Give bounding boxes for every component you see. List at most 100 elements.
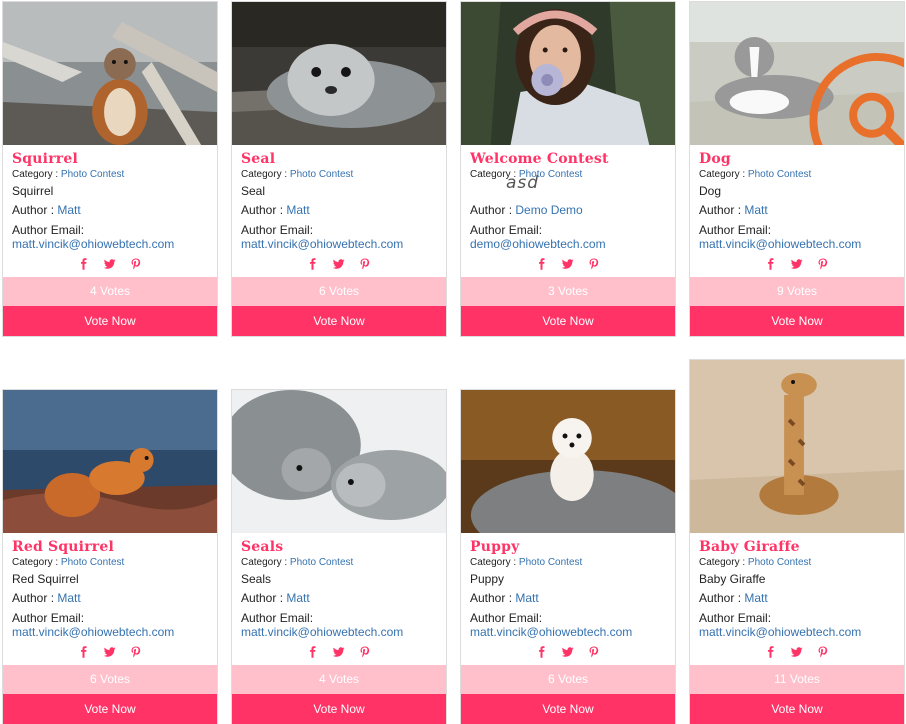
social-share xyxy=(470,253,666,275)
card-author: Author : Matt xyxy=(12,203,208,218)
vote-now-button[interactable]: Vote Now xyxy=(232,306,446,336)
author-email-link[interactable]: matt.vincik@ohiowebtech.com xyxy=(12,625,208,639)
author-link[interactable]: Matt xyxy=(744,203,767,217)
twitter-icon[interactable] xyxy=(333,646,345,658)
vote-now-button[interactable]: Vote Now xyxy=(461,694,675,724)
card-title[interactable]: Squirrel xyxy=(12,151,208,167)
author-link[interactable]: Matt xyxy=(515,591,538,605)
author-email-link[interactable]: matt.vincik@ohiowebtech.com xyxy=(699,625,895,639)
author-email-link[interactable]: matt.vincik@ohiowebtech.com xyxy=(470,625,666,639)
pinterest-icon[interactable] xyxy=(359,646,371,658)
pinterest-icon[interactable] xyxy=(130,646,142,658)
card-description: Squirrel xyxy=(12,184,54,198)
photo-squirrel[interactable] xyxy=(3,2,217,145)
votes-count: 6 Votes xyxy=(232,277,446,306)
category-link[interactable]: Photo Contest xyxy=(61,557,124,568)
card-description: Seal xyxy=(241,184,266,198)
card-category: Category : Photo Contest xyxy=(699,556,895,569)
facebook-icon[interactable] xyxy=(307,646,319,658)
facebook-icon[interactable] xyxy=(765,646,777,658)
vote-now-button[interactable]: Vote Now xyxy=(690,306,904,336)
category-link[interactable]: Photo Contest xyxy=(290,169,353,180)
card-author: Author : Matt xyxy=(12,591,208,606)
facebook-icon[interactable] xyxy=(765,258,777,270)
email-label: Author Email: xyxy=(699,611,772,625)
category-link[interactable]: Photo Contest xyxy=(748,169,811,180)
category-link[interactable]: Photo Contest xyxy=(519,557,582,568)
facebook-icon[interactable] xyxy=(536,258,548,270)
photo-puppy[interactable] xyxy=(461,390,675,533)
pinterest-icon[interactable] xyxy=(588,258,600,270)
twitter-icon[interactable] xyxy=(791,258,803,270)
author-label: Author : xyxy=(699,203,742,217)
category-label: Category : xyxy=(12,169,59,180)
twitter-icon[interactable] xyxy=(562,258,574,270)
author-label: Author : xyxy=(470,591,513,605)
twitter-icon[interactable] xyxy=(333,258,345,270)
pinterest-icon[interactable] xyxy=(817,258,829,270)
card-title[interactable]: Welcome Contest xyxy=(470,151,666,167)
card-title[interactable]: Dog xyxy=(699,151,895,167)
facebook-icon[interactable] xyxy=(307,258,319,270)
email-label: Author Email: xyxy=(241,223,314,237)
pinterest-icon[interactable] xyxy=(817,646,829,658)
card-author: Author : Demo Demo xyxy=(470,203,666,218)
author-link[interactable]: Matt xyxy=(286,203,309,217)
category-label: Category : xyxy=(699,557,746,568)
author-email-link[interactable]: matt.vincik@ohiowebtech.com xyxy=(699,237,895,251)
author-email-link[interactable]: matt.vincik@ohiowebtech.com xyxy=(241,625,437,639)
votes-count: 6 Votes xyxy=(461,665,675,694)
contest-card-squirrel: Squirrel Category : Photo Contest Squirr… xyxy=(2,1,218,337)
vote-now-button[interactable]: Vote Now xyxy=(461,306,675,336)
category-link[interactable]: Photo Contest xyxy=(61,169,124,180)
photo-welcome-contest[interactable] xyxy=(461,2,675,145)
zoom-icon[interactable] xyxy=(770,49,904,145)
card-title[interactable]: Baby Giraffe xyxy=(699,539,895,555)
author-email-link[interactable]: demo@ohiowebtech.com xyxy=(470,237,666,251)
category-link[interactable]: Photo Contest xyxy=(748,557,811,568)
photo-seals[interactable] xyxy=(232,390,446,533)
card-category: Category : Photo Contest xyxy=(470,168,666,181)
votes-count: 4 Votes xyxy=(232,665,446,694)
vote-now-button[interactable]: Vote Now xyxy=(3,306,217,336)
contest-card-seals: Seals Category : Photo Contest Seals Aut… xyxy=(231,389,447,724)
twitter-icon[interactable] xyxy=(791,646,803,658)
card-title[interactable]: Puppy xyxy=(470,539,666,555)
facebook-icon[interactable] xyxy=(78,646,90,658)
photo-seal[interactable] xyxy=(232,2,446,145)
author-label: Author : xyxy=(12,591,55,605)
pinterest-icon[interactable] xyxy=(130,258,142,270)
facebook-icon[interactable] xyxy=(78,258,90,270)
author-email-link[interactable]: matt.vincik@ohiowebtech.com xyxy=(12,237,208,251)
author-label: Author : xyxy=(241,203,284,217)
contest-card-dog: Dog Category : Photo Contest Dog Author … xyxy=(689,1,905,337)
vote-now-button[interactable]: Vote Now xyxy=(232,694,446,724)
card-author: Author : Matt xyxy=(699,591,895,606)
social-share xyxy=(241,641,437,663)
vote-now-button[interactable]: Vote Now xyxy=(3,694,217,724)
author-link[interactable]: Matt xyxy=(286,591,309,605)
card-title[interactable]: Seals xyxy=(241,539,437,555)
author-link[interactable]: Matt xyxy=(57,591,80,605)
pinterest-icon[interactable] xyxy=(359,258,371,270)
author-link[interactable]: Matt xyxy=(57,203,80,217)
card-description: Dog xyxy=(699,184,722,198)
category-link[interactable]: Photo Contest xyxy=(290,557,353,568)
card-title[interactable]: Seal xyxy=(241,151,437,167)
twitter-icon[interactable] xyxy=(562,646,574,658)
card-author: Author : Matt xyxy=(241,203,437,218)
photo-baby-giraffe[interactable] xyxy=(690,360,904,533)
twitter-icon[interactable] xyxy=(104,646,116,658)
pinterest-icon[interactable] xyxy=(588,646,600,658)
author-link[interactable]: Demo Demo xyxy=(515,203,582,217)
photo-red-squirrel[interactable] xyxy=(3,390,217,533)
card-description: Seals xyxy=(241,572,272,586)
photo-dog[interactable] xyxy=(690,2,904,145)
author-link[interactable]: Matt xyxy=(744,591,767,605)
author-email-link[interactable]: matt.vincik@ohiowebtech.com xyxy=(241,237,437,251)
vote-now-button[interactable]: Vote Now xyxy=(690,694,904,724)
facebook-icon[interactable] xyxy=(536,646,548,658)
card-title[interactable]: Red Squirrel xyxy=(12,539,208,555)
card-description: Red Squirrel xyxy=(12,572,79,586)
twitter-icon[interactable] xyxy=(104,258,116,270)
